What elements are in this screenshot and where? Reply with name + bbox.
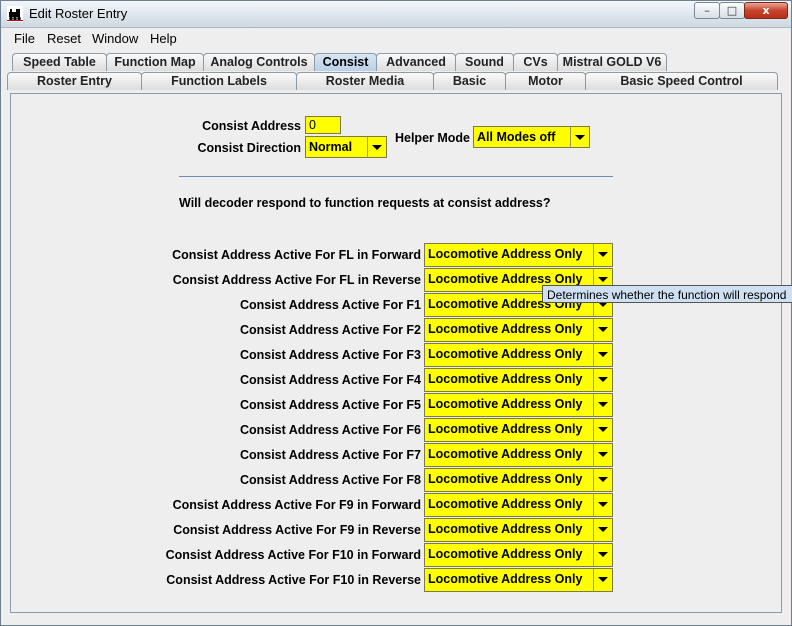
consist-address-label: Consist Address [202,119,301,133]
chevron-down-icon[interactable] [593,344,612,366]
function-row-label: Consist Address Active For FL in Forward [172,248,421,262]
function-row-value: Locomotive Address Only [428,472,583,486]
function-row-select[interactable]: Locomotive Address Only [424,568,613,592]
tab-sound[interactable]: Sound [455,53,514,71]
chevron-down-icon[interactable] [593,544,612,566]
window-title: Edit Roster Entry [29,6,128,21]
function-row-value: Locomotive Address Only [428,447,583,461]
chevron-down-icon[interactable] [593,519,612,541]
function-row-value: Locomotive Address Only [428,547,583,561]
consist-direction-label: Consist Direction [197,141,302,155]
function-row-label: Consist Address Active For F4 [239,373,421,387]
function-row-label: Consist Address Active For FL in Reverse [172,273,421,287]
chevron-down-icon[interactable] [593,244,612,266]
tab-consist[interactable]: Consist [314,53,377,71]
function-row-value: Locomotive Address Only [428,497,583,511]
helper-mode-select[interactable]: All Modes off [473,126,590,148]
tab-mistral-gold-v6[interactable]: Mistral GOLD V6 [557,53,667,71]
function-row-value: Locomotive Address Only [428,422,583,436]
maximize-button[interactable]: □ [719,2,745,19]
tab-function-labels[interactable]: Function Labels [141,72,297,90]
function-row-label: Consist Address Active For F8 [239,473,421,487]
menu-bar: File Reset Window Help [2,28,790,49]
function-row-label: Consist Address Active For F10 in Revers… [166,573,421,587]
function-row-value: Locomotive Address Only [428,272,583,286]
tab-advanced[interactable]: Advanced [376,53,456,71]
function-row-select[interactable]: Locomotive Address Only [424,418,613,442]
chevron-down-icon[interactable] [593,369,612,391]
function-row-select[interactable]: Locomotive Address Only [424,518,613,542]
locomotive-icon [7,6,23,22]
chevron-down-icon[interactable] [570,127,589,147]
tab-basic[interactable]: Basic [433,72,506,90]
function-row-select[interactable]: Locomotive Address Only [424,468,613,492]
menu-file[interactable]: File [14,31,35,46]
separator [179,176,613,177]
function-row-label: Consist Address Active For F3 [239,348,421,362]
edit-roster-window: Edit Roster Entry – □ x File Reset Windo… [0,0,792,626]
consist-question: Will decoder respond to function request… [179,196,551,210]
title-bar[interactable]: Edit Roster Entry – □ x [1,1,791,28]
function-row-value: Locomotive Address Only [428,522,583,536]
chevron-down-icon[interactable] [593,494,612,516]
menu-reset[interactable]: Reset [47,31,81,46]
function-row-value: Locomotive Address Only [428,397,583,411]
function-row-value: Locomotive Address Only [428,247,583,261]
function-row-select[interactable]: Locomotive Address Only [424,393,613,417]
function-row-select[interactable]: Locomotive Address Only [424,543,613,567]
function-row-select[interactable]: Locomotive Address Only [424,318,613,342]
consist-address-field[interactable]: 0 [305,116,341,134]
function-row-label: Consist Address Active For F6 [239,423,421,437]
tab-cvs[interactable]: CVs [513,53,558,71]
menu-help[interactable]: Help [150,31,177,46]
function-row-label: Consist Address Active For F9 in Reverse [173,523,421,537]
function-row-label: Consist Address Active For F10 in Forwar… [165,548,421,562]
function-row-select[interactable]: Locomotive Address Only [424,443,613,467]
function-row-label: Consist Address Active For F1 [239,298,421,312]
consist-direction-value: Normal [309,140,353,154]
tab-roster-media[interactable]: Roster Media [296,72,434,90]
function-row-label: Consist Address Active For F5 [239,398,421,412]
function-row-value: Locomotive Address Only [428,347,583,361]
function-row-label: Consist Address Active For F2 [239,323,421,337]
chevron-down-icon[interactable] [593,444,612,466]
tab-roster-entry[interactable]: Roster Entry [7,72,142,90]
chevron-down-icon[interactable] [593,469,612,491]
tab-analog-controls[interactable]: Analog Controls [203,53,315,71]
tab-basic-speed-control[interactable]: Basic Speed Control [585,72,778,90]
function-row-value: Locomotive Address Only [428,372,583,386]
tab-motor[interactable]: Motor [505,72,586,90]
helper-mode-value: All Modes off [477,130,556,144]
menu-window[interactable]: Window [92,31,138,46]
function-row-value: Locomotive Address Only [428,322,583,336]
minimize-button[interactable]: – [694,2,720,19]
chevron-down-icon[interactable] [593,319,612,341]
close-button[interactable]: x [744,2,788,19]
helper-mode-label: Helper Mode [394,131,470,145]
chevron-down-icon[interactable] [593,394,612,416]
tooltip: Determines whether the function will res… [542,285,792,303]
tab-function-map[interactable]: Function Map [106,53,204,71]
function-row-value: Locomotive Address Only [428,572,583,586]
function-row-select[interactable]: Locomotive Address Only [424,493,613,517]
function-row-select[interactable]: Locomotive Address Only [424,343,613,367]
chevron-down-icon[interactable] [593,569,612,591]
function-row-label: Consist Address Active For F9 in Forward [172,498,421,512]
tab-speed-table[interactable]: Speed Table [12,53,107,71]
chevron-down-icon[interactable] [593,419,612,441]
tab-row-1: Speed Table Function Map Analog Controls… [7,53,785,73]
tab-row-2: Roster Entry Function Labels Roster Medi… [7,72,785,92]
consist-direction-select[interactable]: Normal [305,136,387,158]
function-row-select[interactable]: Locomotive Address Only [424,368,613,392]
function-row-select[interactable]: Locomotive Address Only [424,243,613,267]
function-row-label: Consist Address Active For F7 [239,448,421,462]
